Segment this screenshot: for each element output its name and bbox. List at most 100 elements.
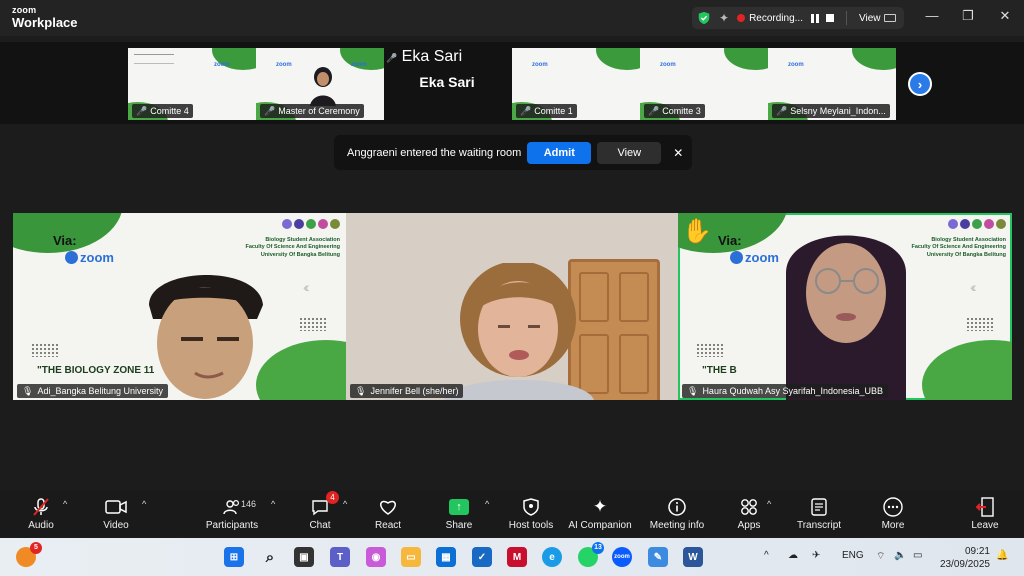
share-button[interactable]: ↑ Share xyxy=(424,497,494,531)
host-tools-button[interactable]: Host tools xyxy=(496,497,566,531)
participant-video xyxy=(149,274,263,399)
notification-bell-icon[interactable]: 🔔 xyxy=(996,550,1008,561)
photos-icon[interactable]: ✎ xyxy=(648,547,668,567)
participants-options-chevron-icon[interactable]: ^ xyxy=(271,499,275,509)
slide-organization: Biology Student Association Faculty Of S… xyxy=(245,237,340,258)
task-view-icon[interactable]: ▣ xyxy=(294,547,314,567)
participant-label: 🎤 Comitte 1 xyxy=(516,104,577,118)
chevron-right-icon: › xyxy=(917,76,923,92)
close-notification-icon[interactable]: ✕ xyxy=(673,146,683,160)
onedrive-icon[interactable]: ☁ xyxy=(788,550,798,561)
more-button[interactable]: More xyxy=(858,497,928,531)
leave-button[interactable]: Leave xyxy=(950,497,1020,531)
pause-recording-icon[interactable] xyxy=(810,13,819,23)
participants-count: 146 xyxy=(241,499,257,509)
view-button[interactable]: View xyxy=(859,13,897,24)
encryption-shield-icon[interactable] xyxy=(697,11,711,25)
word-icon[interactable]: W xyxy=(683,547,703,567)
slide-zoom-text: zoom xyxy=(745,250,779,265)
copilot-icon[interactable]: ◉ xyxy=(366,547,386,567)
mcafee-icon[interactable]: M xyxy=(507,547,527,567)
participant-label: 🎤 Selsny Meylani_Indon... xyxy=(772,104,890,118)
participant-name: Comitte 4 xyxy=(150,106,189,116)
video-tile-active-speaker[interactable]: Via: zoom Biology Student Association Fa… xyxy=(678,213,1012,400)
camera-icon xyxy=(105,497,127,517)
whatsapp-icon[interactable]: 13 xyxy=(578,542,604,567)
slide-via: Via: xyxy=(718,233,742,248)
slide-title: "THE B xyxy=(702,365,737,376)
minimize-icon[interactable]: — xyxy=(922,8,942,23)
search-icon[interactable]: ⌕ xyxy=(260,547,280,567)
ai-sparkle-icon[interactable]: ✦ xyxy=(719,11,729,25)
language-bar-icon[interactable]: ✈ xyxy=(812,550,820,561)
file-explorer-icon[interactable]: ▭ xyxy=(401,547,421,567)
video-tile[interactable]: Via: zoom Biology Student Association Fa… xyxy=(13,213,346,400)
widgets-icon[interactable]: 5 xyxy=(16,542,42,567)
participant-label: 🎙 Haura Qudwah Asy Syarifah_Indonesia_UB… xyxy=(682,384,889,398)
host-shield-icon xyxy=(523,497,539,517)
ai-companion-label: AI Companion xyxy=(568,520,632,531)
transcript-button[interactable]: Transcript xyxy=(784,497,854,531)
video-button[interactable]: Video xyxy=(81,497,151,531)
battery-icon[interactable]: ▭ xyxy=(913,550,922,561)
recording-label[interactable]: Recording... xyxy=(749,13,803,24)
edge-icon[interactable]: e xyxy=(542,547,562,567)
video-label: Video xyxy=(103,520,129,531)
whatsapp-badge: 13 xyxy=(592,542,604,554)
teams-icon[interactable]: T xyxy=(330,547,350,567)
apps-button[interactable]: Apps xyxy=(714,497,784,531)
participant-name: Adi_Bangka Belitung University xyxy=(37,386,164,396)
university-logos xyxy=(948,219,1006,229)
zoom-logo-icon: zoom xyxy=(788,62,804,68)
zoom-logo-icon: zoom xyxy=(660,62,676,68)
participants-icon: 146 xyxy=(223,497,256,517)
transcript-icon xyxy=(811,497,827,517)
language-indicator[interactable]: ENG xyxy=(842,550,864,561)
apps-options-chevron-icon[interactable]: ^ xyxy=(767,499,771,509)
ai-companion-button[interactable]: ✦ AI Companion xyxy=(565,497,635,531)
wifi-icon[interactable]: ⌔ xyxy=(876,550,885,563)
tray-chevron-icon[interactable]: ^ xyxy=(764,550,769,561)
meeting-status-pill: ✦ Recording... View xyxy=(692,7,904,29)
gallery-tile[interactable]: zoom 🎤 Comitte 3 xyxy=(640,48,768,120)
mic-icon: 🎙 xyxy=(355,386,367,396)
zoom-logo-icon: zoom xyxy=(276,62,292,68)
store-icon[interactable]: ▦ xyxy=(436,547,456,567)
chat-options-chevron-icon[interactable]: ^ xyxy=(343,499,347,509)
participant-label: 🎤 Master of Ceremony xyxy=(260,104,364,118)
mic-muted-icon: 🎤 xyxy=(776,106,788,116)
admit-button[interactable]: Admit xyxy=(527,141,592,164)
todo-icon[interactable]: ✓ xyxy=(472,547,492,567)
waiting-room-message: Anggraeni entered the waiting room xyxy=(347,146,522,159)
zoom-taskbar-icon[interactable]: zoom xyxy=(612,547,632,567)
audio-options-chevron-icon[interactable]: ^ xyxy=(63,499,67,509)
zoom-logo-icon: zoom xyxy=(351,62,367,68)
gallery-tile[interactable]: zoom zoom 🎤 Master of Ceremony xyxy=(256,48,384,120)
clock-date: 23/09/2025 xyxy=(939,559,990,570)
gallery-tile[interactable]: zoom 🎤 Comitte 1 xyxy=(512,48,640,120)
meeting-info-button[interactable]: Meeting info xyxy=(642,497,712,531)
gallery-tile-name-only[interactable]: Eka Sari 🎤 Eka Sari xyxy=(386,48,508,120)
system-clock[interactable]: 09:21 23/09/2025 xyxy=(936,545,990,571)
slide-via: Via: xyxy=(53,233,77,248)
maximize-icon[interactable]: ❐ xyxy=(958,8,978,24)
video-options-chevron-icon[interactable]: ^ xyxy=(142,499,146,509)
video-tile[interactable]: 🎙 Jennifer Bell (she/her) xyxy=(346,213,678,400)
gallery-tile[interactable]: zoom 🎤 Selsny Meylani_Indon... xyxy=(768,48,896,120)
stop-recording-icon[interactable] xyxy=(825,14,834,22)
title-bar: zoom Workplace ✦ Recording... View — ❐ ✕ xyxy=(0,0,1024,36)
next-page-button[interactable]: › xyxy=(908,72,932,96)
volume-muted-icon[interactable]: 🔈 xyxy=(894,550,906,561)
participant-label: 🎤 Comitte 4 xyxy=(132,104,193,118)
gallery-tile[interactable]: zoom 🎤 Comitte 4 xyxy=(128,48,256,120)
participants-button[interactable]: 146 Participants xyxy=(197,497,267,531)
heart-icon xyxy=(378,497,398,517)
share-options-chevron-icon[interactable]: ^ xyxy=(485,499,489,509)
react-button[interactable]: React xyxy=(353,497,423,531)
zoom-meeting-window: zoom Workplace ✦ Recording... View — ❐ ✕ xyxy=(0,0,1024,576)
close-window-icon[interactable]: ✕ xyxy=(995,8,1015,24)
windows-start-icon[interactable]: ⊞ xyxy=(224,547,244,567)
waiting-view-button[interactable]: View xyxy=(597,141,662,164)
share-label: Share xyxy=(445,520,473,531)
participant-label: 🎙 Adi_Bangka Belitung University xyxy=(17,384,169,398)
